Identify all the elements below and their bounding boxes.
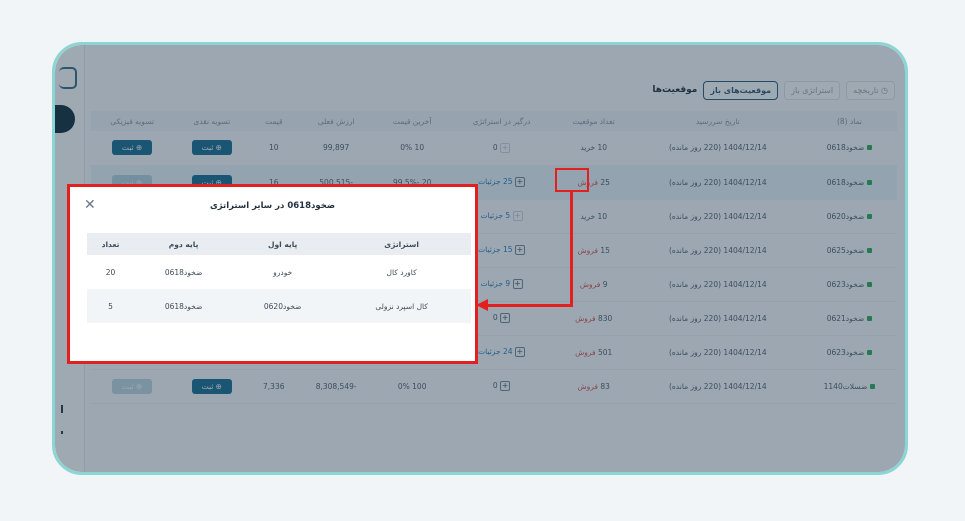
strategy-modal: ✕ ضخود0618 در سایر استراتژی استراتژی پای…: [67, 184, 478, 364]
count-cell: 5: [87, 289, 135, 323]
leg-one-cell: خودرو: [273, 267, 293, 277]
highlight-box: [555, 168, 589, 192]
strategy-cell: کاورد کال: [386, 267, 417, 277]
leg-one-cell: ضخود0620: [233, 289, 333, 323]
count-cell: 20: [105, 267, 116, 277]
callout-line: [570, 192, 573, 307]
modal-strategy-table: استراتژی پایه اول پایه دوم تعداد کاورد ک…: [87, 233, 471, 323]
table-row[interactable]: کال اسپرد نزولی ضخود0620 ضخود0618 5: [87, 289, 471, 323]
callout-line: [488, 304, 573, 307]
table-header-row: استراتژی پایه اول پایه دوم تعداد: [87, 233, 471, 255]
modal-title: ضخود0618 در سایر استراتژی: [209, 201, 336, 211]
col-strategy: استراتژی: [332, 233, 471, 255]
strategy-cell: کال اسپرد نزولی: [332, 289, 471, 323]
col-count: تعداد: [87, 233, 135, 255]
leg-two-cell: ضخود0618: [164, 267, 203, 277]
table-row[interactable]: کاورد کال خودرو ضخود0618 20: [87, 255, 471, 289]
col-leg-two: پایه دوم: [134, 233, 234, 255]
leg-two-cell: ضخود0618: [134, 289, 234, 323]
col-leg-one: پایه اول: [233, 233, 333, 255]
